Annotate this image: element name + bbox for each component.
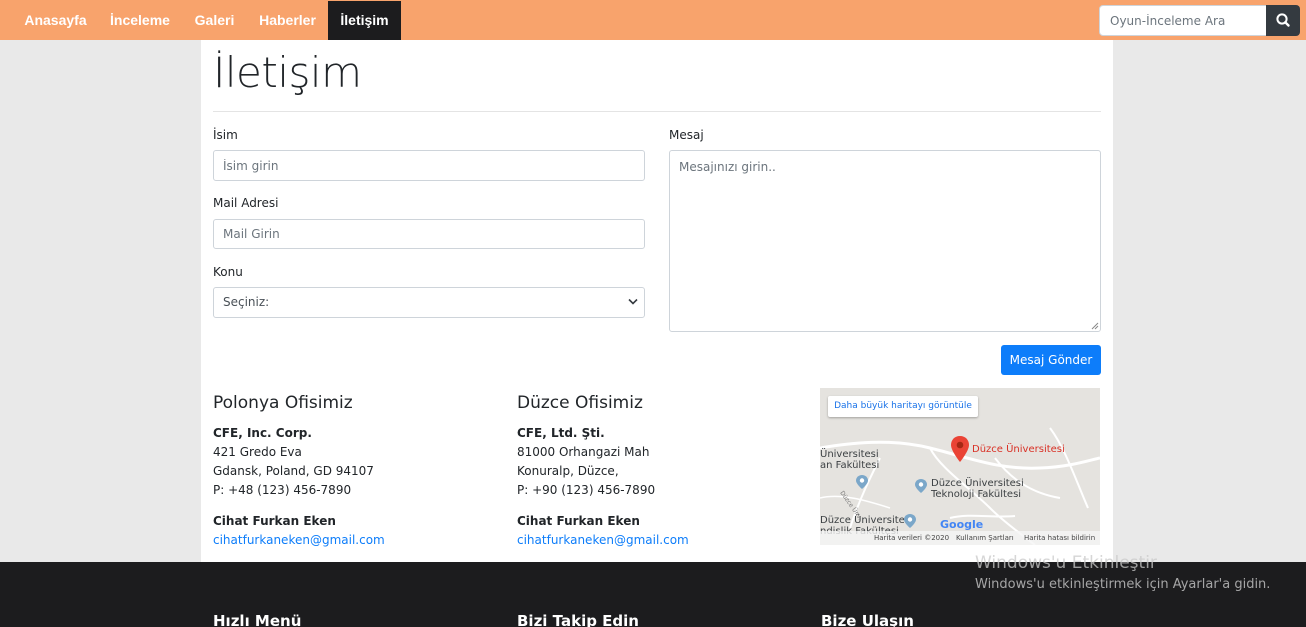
- office-address-line: Gdansk, Poland, GD 94107: [213, 464, 374, 478]
- name-label: İsim: [213, 128, 238, 142]
- search-input[interactable]: [1099, 5, 1267, 36]
- mail-input[interactable]: [213, 219, 645, 249]
- windows-activation-title: Windows'u Etkinleştir: [975, 553, 1157, 573]
- office-phone: P: +48 (123) 456-7890: [213, 483, 352, 497]
- office-email-link[interactable]: cihatfurkaneken@gmail.com: [517, 533, 689, 547]
- map-data-credit: Harita verileri ©2020: [874, 534, 950, 542]
- office-company: CFE, Ltd. Şti.: [517, 426, 605, 440]
- office-phone: P: +90 (123) 456-7890: [517, 483, 656, 497]
- main-container: İletişim İsim Mail Adresi Konu Seçiniz: …: [201, 40, 1113, 562]
- office-email-link[interactable]: cihatfurkaneken@gmail.com: [213, 533, 385, 547]
- subject-selected-value: Seçiniz:: [223, 295, 270, 309]
- office-address-line: Konuralp, Düzce,: [517, 464, 619, 478]
- nav-item-haberler[interactable]: Haberler: [247, 1, 328, 40]
- office-company: CFE, Inc. Corp.: [213, 426, 312, 440]
- chevron-down-icon: [628, 298, 638, 305]
- map-report-link[interactable]: Harita hatası bildirin: [1024, 531, 1095, 545]
- map-footer: Harita verileri ©2020 Kullanım Şartları …: [820, 531, 1100, 545]
- message-textarea[interactable]: [669, 150, 1101, 332]
- embedded-map[interactable]: Daha büyük haritayı görüntüle Düzce Üniv…: [820, 388, 1100, 545]
- office-address-line: 81000 Orhangazi Mah: [517, 445, 650, 459]
- page-title: İletişim: [213, 48, 362, 97]
- resize-handle-icon[interactable]: [1091, 322, 1099, 330]
- top-navbar: Anasayfa İnceleme Galeri Haberler İletiş…: [0, 0, 1306, 40]
- google-logo: Google: [940, 518, 984, 531]
- search-button[interactable]: [1266, 5, 1300, 36]
- map-poi-label: an Fakültesi: [820, 460, 880, 471]
- nav-item-inceleme[interactable]: İnceleme: [98, 1, 182, 40]
- subject-label: Konu: [213, 265, 243, 279]
- map-terms-link[interactable]: Kullanım Şartları: [956, 531, 1014, 545]
- map-pin-icon: [951, 436, 969, 462]
- larger-map-button[interactable]: Daha büyük haritayı görüntüle: [828, 396, 978, 417]
- map-poi-label: Üniversitesi: [820, 449, 879, 460]
- footer-heading-follow: Bizi Takip Edin: [517, 612, 639, 627]
- map-poi-label: Düzce Üniversitesi: [931, 478, 1024, 489]
- message-label: Mesaj: [669, 128, 704, 142]
- nav-item-anasayfa[interactable]: Anasayfa: [13, 1, 98, 40]
- footer-heading-quick-menu: Hızlı Menü: [213, 612, 302, 627]
- office-contact-name: Cihat Furkan Eken: [517, 514, 640, 528]
- name-input[interactable]: [213, 150, 645, 181]
- windows-activation-message: Windows'u etkinleştirmek için Ayarlar'a …: [975, 577, 1271, 592]
- map-poi-icon: [856, 475, 868, 489]
- office-title: Düzce Ofisimiz: [517, 393, 643, 413]
- office-contact-name: Cihat Furkan Eken: [213, 514, 336, 528]
- map-poi-label: Düzce Üniversitesi: [820, 515, 913, 526]
- office-address-line: 421 Gredo Eva: [213, 445, 302, 459]
- mail-label: Mail Adresi: [213, 196, 279, 210]
- title-divider: [213, 111, 1101, 112]
- nav-item-galeri[interactable]: Galeri: [182, 1, 247, 40]
- map-poi-icon: [915, 479, 927, 493]
- subject-select[interactable]: Seçiniz:: [213, 287, 645, 318]
- map-place-label: Düzce Üniversitesi: [972, 444, 1065, 455]
- map-poi-label: Teknoloji Fakültesi: [931, 489, 1022, 500]
- map-poi-icon: [904, 514, 916, 528]
- nav-item-iletisim[interactable]: İletişim: [328, 1, 401, 40]
- office-title: Polonya Ofisimiz: [213, 393, 353, 413]
- submit-button[interactable]: Mesaj Gönder: [1001, 345, 1101, 375]
- search-icon: [1276, 13, 1290, 27]
- footer-heading-contact: Bize Ulaşın: [821, 612, 914, 627]
